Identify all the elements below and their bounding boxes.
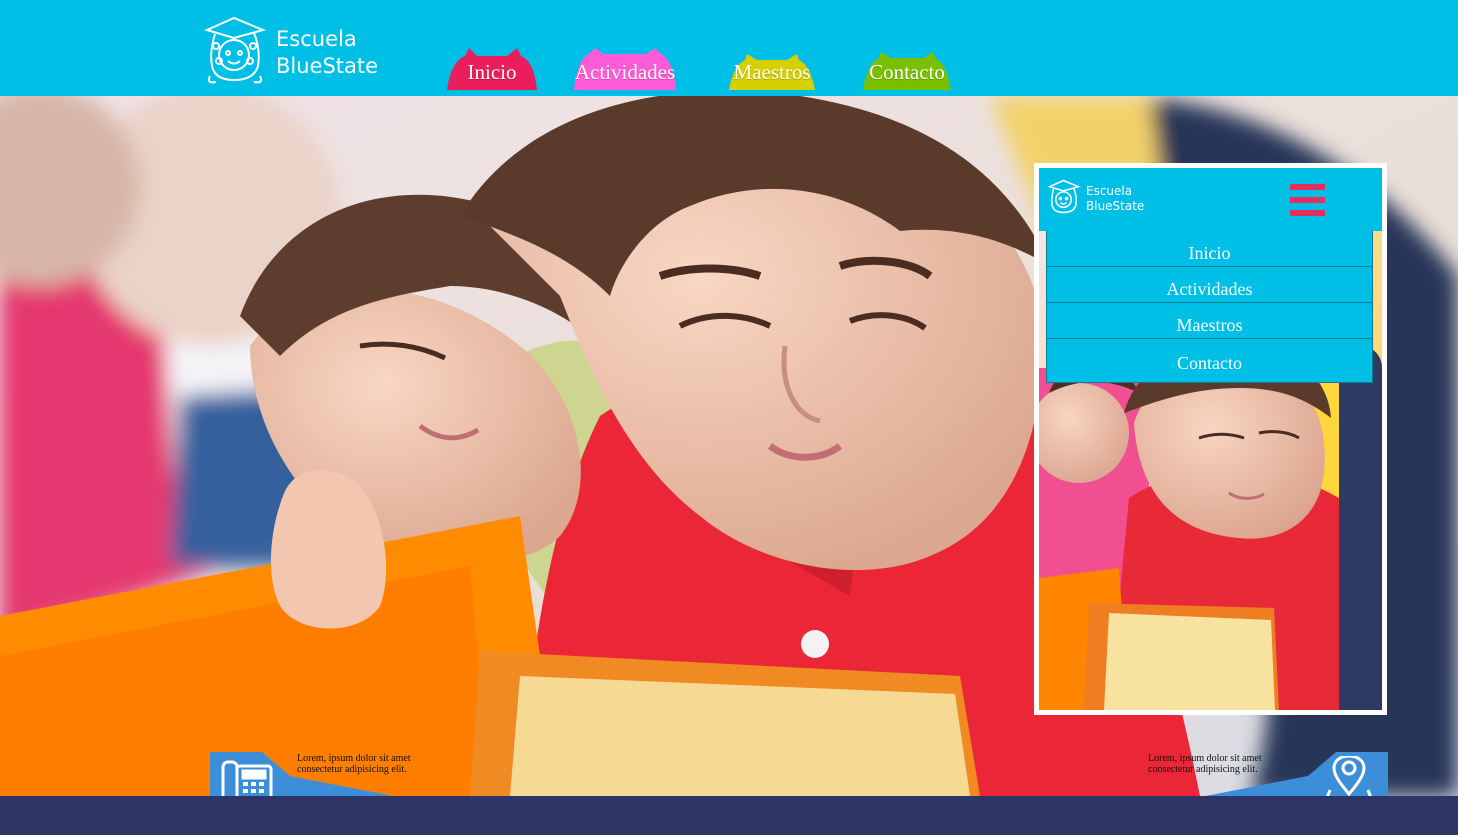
nav-item-actividades[interactable]: Actividades <box>574 48 676 90</box>
school-logo-icon[interactable] <box>1047 179 1081 215</box>
nav-item-maestros[interactable]: Maestros <box>729 48 815 90</box>
brand-logo[interactable]: Escuela BlueState <box>202 16 402 86</box>
nav-item-inicio[interactable]: Inicio <box>447 48 537 90</box>
menu-icon[interactable] <box>1290 184 1325 218</box>
nav-item-contacto[interactable]: Contacto <box>863 48 951 90</box>
brand-line-1: Escuela <box>276 27 357 51</box>
mobile-brand-line-1: Escuela <box>1086 184 1133 198</box>
brand-line-2: BlueState <box>276 54 379 78</box>
location-contact-text: Lorem, ipsum dolor sit amet consectetur … <box>1148 753 1262 775</box>
brand-name: Escuela BlueState <box>276 26 378 80</box>
mobile-header: Escuela BlueState <box>1039 168 1382 231</box>
phone-contact-text: Lorem, ipsum dolor sit amet consectetur … <box>297 753 411 775</box>
mobile-menu-item-maestros[interactable]: Maestros <box>1046 303 1373 339</box>
nav-label: Actividades <box>574 60 676 84</box>
mobile-brand-name: Escuela BlueState <box>1086 184 1144 214</box>
nav-label: Contacto <box>869 60 945 84</box>
school-logo-icon <box>204 16 267 84</box>
mobile-menu-item-actividades[interactable]: Actividades <box>1046 267 1373 303</box>
mobile-nav-menu: Inicio Actividades Maestros Contacto <box>1046 231 1373 383</box>
mobile-menu-item-contacto[interactable]: Contacto <box>1046 339 1373 383</box>
site-header: Escuela BlueState Inicio Actividades Mae… <box>0 0 1458 96</box>
mobile-screen: Escuela BlueState Inicio Actividades Mae… <box>1039 168 1382 710</box>
nav-label: Maestros <box>733 60 811 84</box>
nav-label: Inicio <box>467 60 517 84</box>
mobile-preview-frame: Escuela BlueState Inicio Actividades Mae… <box>1034 163 1387 715</box>
site-footer <box>0 796 1458 835</box>
mobile-menu-item-inicio[interactable]: Inicio <box>1046 231 1373 267</box>
mobile-brand-line-2: BlueState <box>1086 199 1145 213</box>
